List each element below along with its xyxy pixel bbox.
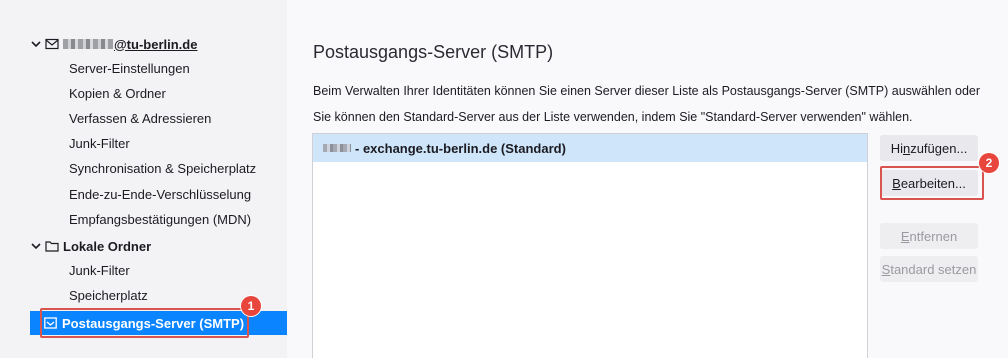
envelope-icon	[45, 38, 59, 50]
sidebar-item-local-junk-filter[interactable]: Junk-Filter	[69, 260, 130, 282]
callout-frame-1	[40, 308, 249, 338]
server-list-item-label: - exchange.tu-berlin.de (Standard)	[355, 140, 566, 156]
account-row[interactable]: @tu-berlin.de	[30, 33, 197, 55]
remove-button-label-post: ntfernen	[909, 228, 958, 244]
local-folders-label: Lokale Ordner	[63, 238, 152, 254]
callout-frame-2	[880, 166, 984, 200]
sidebar-item-copies-folders[interactable]: Kopien & Ordner	[69, 83, 166, 105]
smtp-server-list[interactable]: - exchange.tu-berlin.de (Standard)	[312, 133, 868, 358]
callout-badge-1: 1	[241, 296, 261, 316]
page-title: Postausgangs-Server (SMTP)	[313, 42, 554, 62]
set-default-button-label-post: tandard setzen	[890, 261, 977, 277]
sidebar-item-composition[interactable]: Verfassen & Adressieren	[69, 108, 211, 130]
sidebar-item-receipts[interactable]: Empfangsbestätigungen (MDN)	[69, 209, 251, 231]
list-item[interactable]: - exchange.tu-berlin.de (Standard)	[313, 134, 867, 162]
sidebar-item-server-settings[interactable]: Server-Einstellungen	[69, 58, 190, 80]
sidebar-item-junk-filter[interactable]: Junk-Filter	[69, 133, 130, 155]
add-button-label-post: zufügen...	[910, 140, 968, 156]
local-folders-row[interactable]: Lokale Ordner	[30, 235, 151, 257]
folder-icon	[45, 241, 59, 252]
account-email: @tu-berlin.de	[114, 36, 198, 52]
add-button-label-pre: Hi	[890, 140, 903, 156]
chevron-down-icon[interactable]	[30, 38, 42, 50]
add-button-accesskey: n	[902, 140, 911, 156]
sidebar-item-sync-storage[interactable]: Synchronisation & Speicherplatz	[69, 158, 256, 180]
chevron-down-icon[interactable]	[30, 240, 42, 252]
remove-button[interactable]: Entfernen	[880, 223, 978, 249]
add-button[interactable]: Hi n zufügen...	[880, 135, 978, 161]
remove-button-accesskey: E	[900, 228, 910, 244]
callout-badge-2: 2	[979, 153, 999, 173]
set-default-button[interactable]: Standard setzen	[880, 256, 978, 282]
sidebar-item-local-storage[interactable]: Speicherplatz	[69, 285, 148, 307]
page-description: Beim Verwalten Ihrer Identitäten können …	[313, 84, 981, 124]
set-default-button-accesskey: S	[881, 261, 891, 277]
redacted-server-name	[323, 144, 351, 152]
redacted-username	[63, 39, 113, 49]
sidebar-item-e2e-encryption[interactable]: Ende-zu-Ende-Verschlüsselung	[69, 184, 251, 206]
